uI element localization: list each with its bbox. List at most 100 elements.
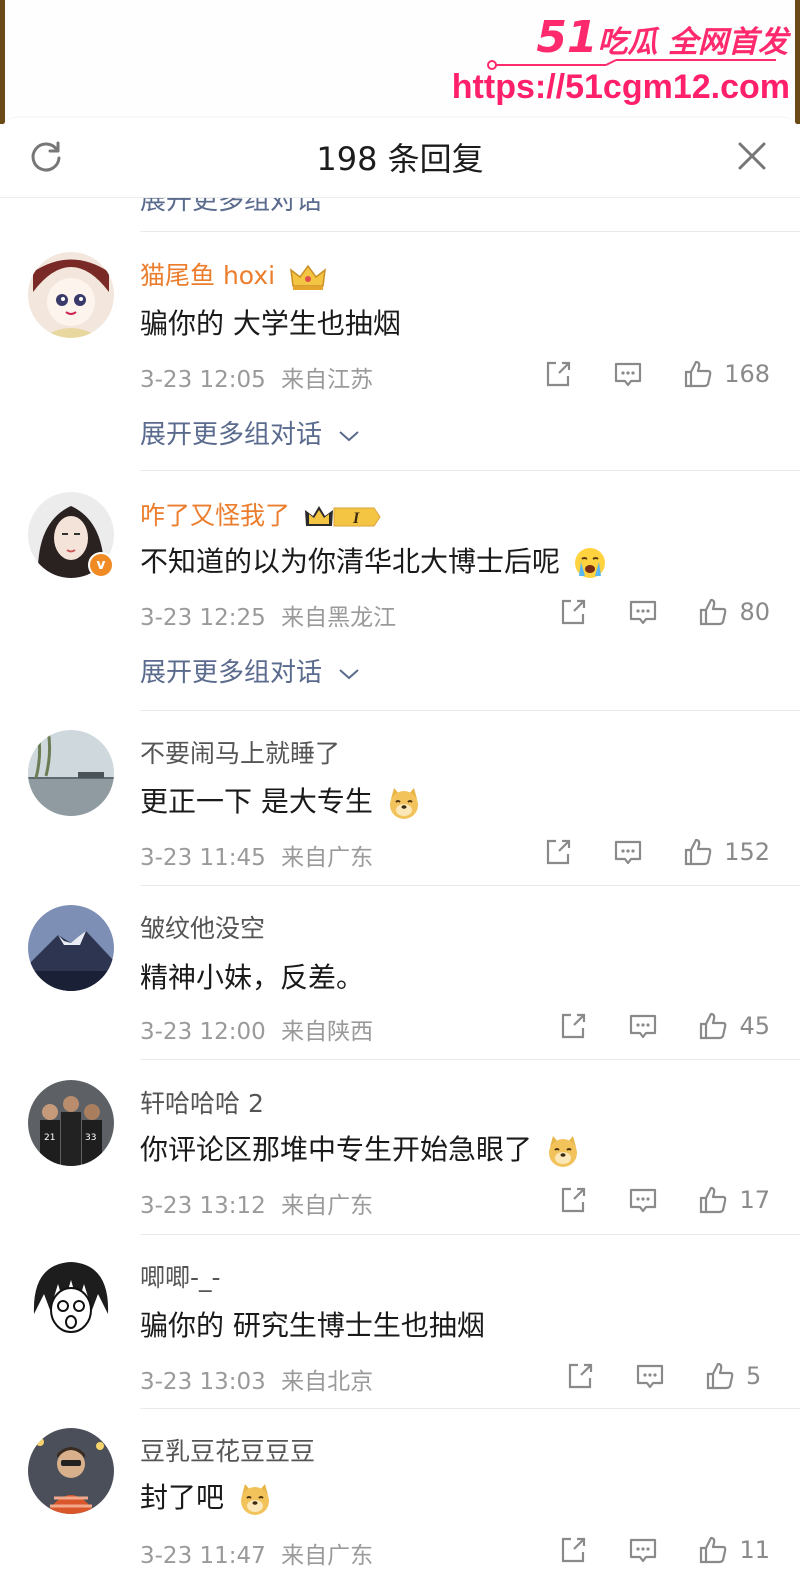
doge-emoji-icon [389, 788, 418, 819]
avatar[interactable] [28, 252, 114, 338]
expand-more-link[interactable]: 展开更多组对话 [140, 652, 360, 689]
username[interactable]: 猫尾鱼 hoxi [140, 256, 327, 292]
crown-badge-icon [290, 264, 326, 290]
avatar[interactable] [28, 1428, 114, 1514]
username[interactable]: 咋了又怪我了 I [140, 496, 382, 532]
comment-location: 来自江苏 [281, 367, 374, 393]
vip-level-badge-icon: I [304, 506, 381, 527]
divider [140, 1408, 800, 1409]
watermark-brand-number: 51 [536, 12, 598, 63]
divider [140, 710, 800, 711]
comment-actions: 5 [564, 1358, 770, 1394]
username-text: 不要闹马上就睡了 [140, 739, 341, 768]
username[interactable]: 唧唧-_- [140, 1258, 221, 1294]
username-text: 轩哈哈哈 2 [140, 1089, 264, 1118]
comment-icon[interactable] [634, 1360, 666, 1392]
watermark: 51吃瓜 全网首发 https://51cgm12.com [452, 8, 792, 112]
comment-text: 骗你的 大学生也抽烟 [140, 307, 401, 340]
username[interactable]: 豆乳豆花豆豆豆 [140, 1432, 315, 1468]
comment-text: 骗你的 研究生博士生也抽烟 [140, 1309, 485, 1342]
username-text: 豆乳豆花豆豆豆 [140, 1437, 316, 1466]
comment-meta: 3-23 11:47 来自广东 [140, 1536, 373, 1570]
avatar-image [28, 905, 114, 991]
sheet-title: 198 条回复 [316, 140, 484, 178]
expand-more-text: 展开更多组对话 [140, 420, 323, 450]
watermark-brand-text: 吃瓜 全网首发 [597, 25, 788, 60]
comment-time: 3-23 13:03 [140, 1369, 266, 1395]
comment-meta: 3-23 13:12 来自广东 [140, 1186, 373, 1220]
divider [140, 1059, 800, 1060]
comment-meta: 3-23 11:45 来自广东 [140, 838, 373, 872]
background-edge-right [795, 0, 800, 124]
expand-more-text: 展开更多组对话 [140, 658, 323, 688]
comment-text-content: 你评论区那堆中专生开始急眼了 [140, 1133, 533, 1166]
avatar-image [28, 252, 114, 338]
username-text: 猫尾鱼 hoxi [140, 261, 276, 290]
username-text: 皱纹他没空 [140, 914, 266, 943]
comment-icon[interactable] [612, 836, 644, 868]
comment-actions: 17 [557, 1182, 770, 1218]
divider [140, 470, 800, 471]
comment-meta: 3-23 12:05 来自江苏 [140, 360, 373, 394]
comment-icon[interactable] [627, 1010, 659, 1042]
like-count: 45 [739, 1012, 770, 1040]
thumbs-up-icon[interactable] [697, 596, 729, 628]
thumbs-up-icon[interactable] [697, 1184, 729, 1216]
share-icon[interactable] [557, 1184, 589, 1216]
svg-text:21: 21 [44, 1133, 55, 1143]
like-count: 11 [739, 1536, 770, 1564]
thumbs-up-icon[interactable] [704, 1360, 736, 1392]
background-edge-left [0, 0, 5, 124]
comment-actions: 152 [542, 834, 770, 870]
comment-actions: 11 [557, 1532, 770, 1568]
share-icon[interactable] [542, 836, 574, 868]
share-icon[interactable] [542, 358, 574, 390]
avatar[interactable] [28, 905, 114, 991]
comment-time: 3-23 13:12 [140, 1193, 266, 1219]
comment-location: 来自黑龙江 [281, 605, 397, 631]
username[interactable]: 轩哈哈哈 2 [140, 1084, 264, 1120]
thumbs-up-icon[interactable] [697, 1534, 729, 1566]
comment-time: 3-23 12:25 [140, 605, 266, 631]
comment-text: 你评论区那堆中专生开始急眼了 [140, 1128, 581, 1169]
divider [140, 1234, 800, 1235]
expand-more-link[interactable]: 展开更多组对话 [140, 414, 360, 451]
thumbs-up-icon[interactable] [682, 836, 714, 868]
comment-icon[interactable] [612, 358, 644, 390]
watermark-brand: 51吃瓜 全网首发 [536, 12, 788, 63]
close-button[interactable] [732, 136, 772, 176]
comment-text: 精神小妹，反差。 [140, 961, 365, 994]
comment-text: 不知道的以为你清华北大博士后呢 [140, 540, 607, 580]
comment-icon[interactable] [627, 596, 659, 628]
share-icon[interactable] [557, 1010, 589, 1042]
comment-icon[interactable] [627, 1534, 659, 1566]
thumbs-up-icon[interactable] [682, 358, 714, 390]
avatar-image [28, 1428, 114, 1514]
like-count: 5 [746, 1362, 762, 1390]
divider [140, 885, 800, 886]
chevron-down-icon [339, 430, 359, 441]
avatar[interactable] [28, 1254, 114, 1340]
share-icon[interactable] [557, 596, 589, 628]
comment-time: 3-23 12:00 [140, 1019, 266, 1045]
share-icon[interactable] [564, 1360, 596, 1392]
crying-emoji-icon [574, 548, 605, 578]
comment-icon[interactable] [627, 1184, 659, 1216]
thumbs-up-icon[interactable] [697, 1010, 729, 1042]
username[interactable]: 皱纹他没空 [140, 909, 265, 945]
avatar-image [28, 730, 114, 816]
like-count: 80 [739, 598, 770, 626]
comment-location: 来自广东 [281, 845, 374, 871]
verified-badge: v [88, 552, 114, 578]
username-text: 咋了又怪我了 [140, 501, 291, 530]
close-icon [738, 142, 766, 170]
like-count: 168 [724, 360, 770, 388]
avatar[interactable]: 21 33 [28, 1080, 114, 1166]
share-icon[interactable] [557, 1534, 589, 1566]
avatar[interactable] [28, 730, 114, 816]
username[interactable]: 不要闹马上就睡了 [140, 734, 340, 770]
comment-actions: 45 [557, 1008, 770, 1044]
doge-emoji-icon [548, 1136, 577, 1167]
comment-text-content: 封了吧 [140, 1481, 225, 1514]
comment-meta: 3-23 13:03 来自北京 [140, 1362, 373, 1396]
